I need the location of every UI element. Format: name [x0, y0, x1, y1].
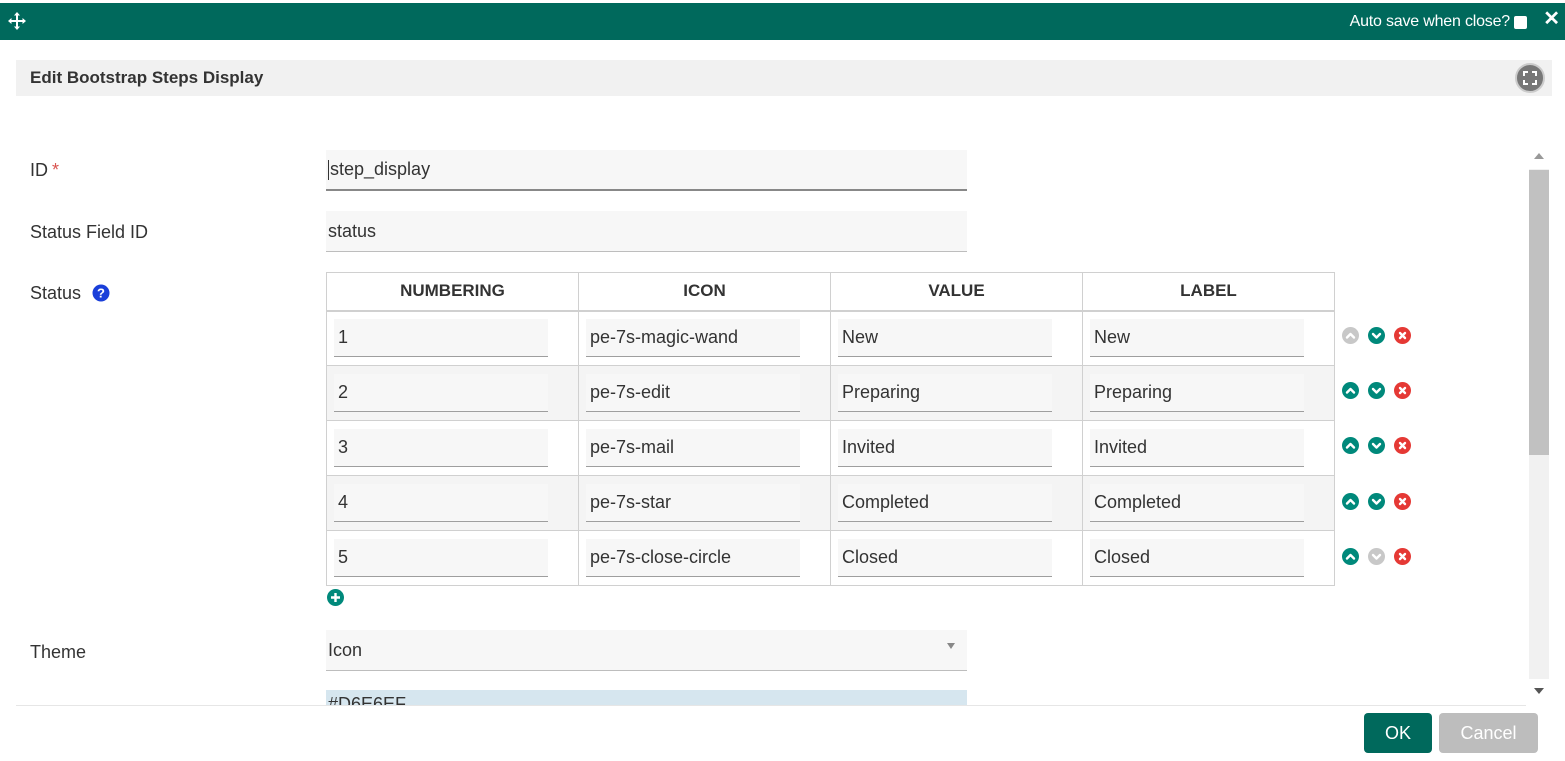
- delete-icon[interactable]: [1394, 548, 1411, 565]
- column-header-numbering: NUMBERING: [326, 272, 579, 311]
- cancel-button[interactable]: Cancel: [1439, 713, 1538, 753]
- move-down-icon: [1368, 548, 1385, 565]
- move-icon[interactable]: [7, 11, 27, 31]
- dialog-title-bar: Edit Bootstrap Steps Display: [16, 60, 1552, 96]
- close-icon[interactable]: ✕: [1543, 9, 1560, 29]
- autosave-toggle: Auto save when close?: [1350, 13, 1527, 31]
- table-row: 2 pe-7s-edit Preparing Preparing: [326, 365, 1335, 421]
- status-field-value: status: [328, 220, 377, 241]
- numbering-input[interactable]: 3: [334, 429, 548, 467]
- theme-select-value: Icon: [328, 639, 363, 660]
- icon-input[interactable]: pe-7s-star: [586, 484, 800, 522]
- scrollbar-thumb[interactable]: [1529, 170, 1549, 455]
- move-down-icon[interactable]: [1368, 382, 1385, 399]
- id-input-value: step_display: [330, 159, 431, 179]
- numbering-input[interactable]: 2: [334, 374, 548, 412]
- table-row: 1 pe-7s-magic-wand New New: [326, 309, 1335, 366]
- id-label: ID *: [30, 160, 59, 181]
- value-input[interactable]: New: [838, 319, 1052, 358]
- theme-select[interactable]: Icon: [326, 630, 967, 671]
- column-header-icon: ICON: [578, 272, 831, 311]
- status-table: NUMBERING ICON VALUE LABEL 1 pe-7s-magic…: [326, 272, 1335, 586]
- id-input[interactable]: step_display: [326, 150, 967, 191]
- delete-icon[interactable]: [1394, 437, 1411, 454]
- chevron-down-icon: [947, 643, 955, 649]
- icon-input[interactable]: pe-7s-mail: [586, 429, 800, 467]
- value-input[interactable]: Invited: [838, 429, 1052, 467]
- numbering-input[interactable]: 5: [334, 539, 548, 577]
- numbering-input[interactable]: 4: [334, 484, 548, 522]
- move-up-icon[interactable]: [1342, 548, 1359, 565]
- move-down-icon[interactable]: [1368, 437, 1385, 454]
- move-up-icon[interactable]: [1342, 493, 1359, 510]
- text-caret: [328, 159, 329, 180]
- add-row-icon[interactable]: [327, 589, 344, 606]
- scroll-up-arrow-icon[interactable]: [1534, 153, 1544, 159]
- row-actions: [1342, 493, 1411, 510]
- footer-area: [0, 706, 1527, 761]
- help-icon[interactable]: ?: [92, 284, 110, 302]
- column-header-value: VALUE: [830, 272, 1083, 311]
- delete-icon[interactable]: [1394, 327, 1411, 344]
- delete-icon[interactable]: [1394, 382, 1411, 399]
- row-actions: [1342, 548, 1411, 565]
- label-input[interactable]: Preparing: [1090, 374, 1304, 412]
- move-up-icon: [1342, 327, 1359, 344]
- required-mark: *: [52, 160, 60, 180]
- move-down-icon[interactable]: [1368, 327, 1385, 344]
- row-actions: [1342, 327, 1411, 344]
- delete-icon[interactable]: [1394, 493, 1411, 510]
- table-row: 4 pe-7s-star Completed Completed: [326, 475, 1335, 531]
- row-actions: [1342, 437, 1411, 454]
- dialog-top-bar: Auto save when close? ✕: [0, 3, 1565, 40]
- table-row: 3 pe-7s-mail Invited Invited: [326, 420, 1335, 476]
- status-label-text: Status: [30, 283, 82, 303]
- dialog-title: Edit Bootstrap Steps Display: [30, 68, 264, 87]
- label-input[interactable]: Completed: [1090, 484, 1304, 522]
- label-input[interactable]: Invited: [1090, 429, 1304, 467]
- label-input[interactable]: Closed: [1090, 539, 1304, 577]
- label-input[interactable]: New: [1090, 319, 1304, 358]
- icon-input[interactable]: pe-7s-magic-wand: [586, 319, 800, 358]
- autosave-label: Auto save when close?: [1349, 13, 1511, 30]
- value-input[interactable]: Closed: [838, 539, 1052, 577]
- icon-input[interactable]: pe-7s-edit: [586, 374, 800, 412]
- ok-button[interactable]: OK: [1364, 713, 1432, 753]
- vertical-scrollbar[interactable]: [1527, 145, 1551, 705]
- status-label: Status ?: [30, 283, 110, 304]
- icon-input[interactable]: pe-7s-close-circle: [586, 539, 800, 577]
- svg-text:?: ?: [97, 286, 105, 301]
- value-input[interactable]: Preparing: [838, 374, 1052, 412]
- id-label-text: ID: [30, 160, 48, 180]
- move-down-icon[interactable]: [1368, 493, 1385, 510]
- table-header-row: NUMBERING ICON VALUE LABEL: [326, 272, 1335, 311]
- footer-divider: [16, 705, 1526, 706]
- numbering-input[interactable]: 1: [334, 319, 548, 358]
- value-input[interactable]: Completed: [838, 484, 1052, 522]
- fullscreen-icon[interactable]: [1515, 63, 1545, 93]
- column-header-label: LABEL: [1082, 272, 1335, 311]
- table-row: 5 pe-7s-close-circle Closed Closed: [326, 530, 1335, 586]
- row-actions: [1342, 382, 1411, 399]
- status-field-label: Status Field ID: [30, 222, 149, 242]
- move-up-icon[interactable]: [1342, 382, 1359, 399]
- theme-label: Theme: [30, 642, 87, 662]
- scroll-down-arrow-icon[interactable]: [1534, 688, 1544, 694]
- status-field-input[interactable]: status: [326, 211, 967, 252]
- move-up-icon[interactable]: [1342, 437, 1359, 454]
- autosave-checkbox[interactable]: [1514, 15, 1527, 29]
